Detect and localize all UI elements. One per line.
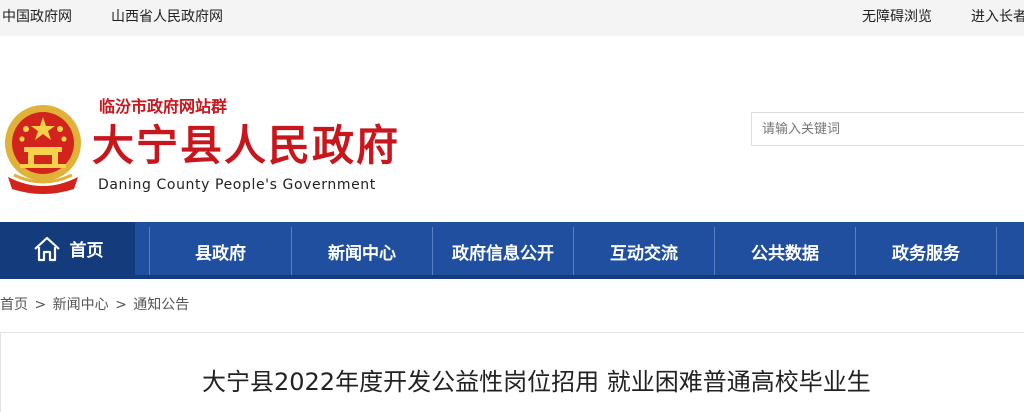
breadcrumb-separator: > [34, 297, 47, 313]
nav-item-label: 首页 [69, 241, 104, 261]
article-title: 大宁县2022年度开发公益性岗位招用 就业困难普通高校毕业生 [202, 368, 871, 396]
elder-mode-link[interactable]: 进入长者 [971, 8, 1024, 26]
top-bar: 中国政府网 山西省人民政府网 无障碍浏览 进入长者 [0, 0, 1024, 36]
nav-gap [135, 222, 149, 275]
site-title: 大宁县人民政府 [92, 121, 401, 170]
nav-item-public-data[interactable]: 公共数据 [715, 227, 856, 275]
main-nav: 首页 县政府 新闻中心 政府信息公开 互动交流 公共数据 政务服务 [0, 222, 1024, 279]
breadcrumb-item-notices[interactable]: 通知公告 [133, 297, 189, 313]
breadcrumb-item-home[interactable]: 首页 [0, 297, 28, 313]
national-emblem-icon [5, 105, 81, 194]
accessibility-link[interactable]: 无障碍浏览 [862, 8, 932, 26]
home-icon [33, 236, 60, 261]
nav-item-label: 新闻中心 [328, 243, 396, 264]
nav-item-label: 政务服务 [892, 243, 960, 264]
link-china-gov[interactable]: 中国政府网 [2, 8, 72, 26]
link-shanxi-gov[interactable]: 山西省人民政府网 [111, 8, 223, 26]
nav-item-info-disclosure[interactable]: 政府信息公开 [433, 227, 574, 275]
nav-item-county-gov[interactable]: 县政府 [149, 227, 292, 275]
nav-item-label: 互动交流 [610, 243, 678, 264]
search-box [751, 112, 1024, 146]
breadcrumb-separator: > [115, 297, 127, 313]
nav-item-interaction[interactable]: 互动交流 [574, 227, 715, 275]
breadcrumb-item-news[interactable]: 新闻中心 [53, 297, 109, 313]
search-input[interactable] [752, 113, 1024, 145]
site-group-label: 临汾市政府网站群 [99, 97, 228, 116]
nav-item-news[interactable]: 新闻中心 [292, 227, 433, 275]
site-subtitle: Daning County People's Government [98, 177, 376, 193]
nav-item-home[interactable]: 首页 [0, 222, 135, 275]
nav-item-label: 县政府 [195, 243, 246, 264]
nav-item-label: 政府信息公开 [452, 243, 554, 264]
breadcrumb: 首页 > 新闻中心 > 通知公告 [0, 296, 191, 314]
nav-item-label: 公共数据 [751, 243, 819, 264]
nav-item-gov-services[interactable]: 政务服务 [856, 227, 997, 275]
